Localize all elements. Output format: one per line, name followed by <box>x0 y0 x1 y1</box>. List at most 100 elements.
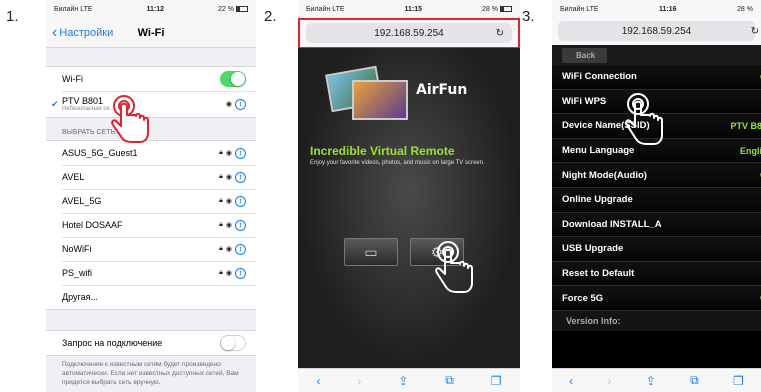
lock-icon: 🔒︎ <box>219 197 223 204</box>
info-icon[interactable]: i <box>235 171 246 183</box>
checkmark-icon: ✔ <box>51 98 59 109</box>
menu-item-wifi-connection[interactable]: WiFi ConnectionO <box>552 65 761 90</box>
carrier-label: Билайн LTE <box>560 5 599 13</box>
url-bar-container: 192.168.59.254 ↻ <box>552 18 761 45</box>
wifi-signal-icon: ◉ <box>225 101 232 108</box>
network-row[interactable]: PS_wifi 🔒︎ ◉ i <box>46 261 256 285</box>
tap-hand-icon <box>435 241 473 293</box>
url-text: 192.168.59.254 <box>621 25 692 37</box>
battery-indicator: 28 % <box>482 6 512 13</box>
tap-hand-icon <box>111 95 149 143</box>
wifi-signal-icon: ◉ <box>225 222 232 229</box>
lock-icon: 🔒︎ <box>219 149 223 156</box>
lock-icon: 🔒︎ <box>219 173 223 180</box>
connected-network-name: PTV B801 <box>62 96 104 106</box>
network-row[interactable]: AVEL 🔒︎ ◉ i <box>46 165 256 189</box>
share-icon[interactable]: ⇪ <box>398 374 408 388</box>
airfun-page: AirFun Incredible Virtual Remote Enjoy y… <box>298 48 520 368</box>
wifi-signal-icon: ◉ <box>225 270 232 277</box>
hero-subtitle: Enjoy your favorite videos, photos, and … <box>310 160 485 166</box>
ask-to-join-toggle[interactable] <box>220 335 246 351</box>
status-bar: Билайн LTE 11:12 22 % <box>46 0 256 18</box>
ask-to-join-description: Подключение к известным сетям будет прои… <box>62 361 239 386</box>
airfun-logo: AirFun <box>324 60 504 130</box>
carrier-label: Билайн LTE <box>306 5 345 13</box>
tabs-icon[interactable]: ❐ <box>733 374 744 388</box>
page-header: Back <box>552 45 761 65</box>
wifi-signal-icon: ◉ <box>225 246 232 253</box>
other-network-row[interactable]: Другая... <box>46 285 256 309</box>
lock-icon: 🔒︎ <box>219 269 223 276</box>
menu-item-download-install[interactable]: Download INSTALL_A <box>552 212 761 238</box>
battery-indicator: 22 % <box>218 6 248 13</box>
wifi-toggle-row: Wi-Fi <box>46 67 256 91</box>
menu-item-force-5g[interactable]: Force 5GO <box>552 286 761 311</box>
battery-indicator: 28 % <box>737 5 753 13</box>
status-bar: Билайн LTE 11:15 28 % <box>298 0 520 18</box>
menu-item-online-upgrade[interactable]: Online Upgrade <box>552 187 761 213</box>
forward-arrow-icon[interactable]: › <box>607 374 611 388</box>
menu-item-reset-default[interactable]: Reset to Default <box>552 261 761 287</box>
info-icon[interactable]: i <box>235 219 246 231</box>
clock: 11:15 <box>404 5 423 13</box>
lock-icon: 🔒︎ <box>219 221 223 228</box>
carrier-label: Билайн LTE <box>54 5 93 13</box>
back-button[interactable]: ‹ Настройки <box>46 23 113 41</box>
bookmarks-icon[interactable]: ⧉ <box>690 373 699 388</box>
step-number-1: 1. <box>6 8 19 25</box>
forward-arrow-icon[interactable]: › <box>357 374 361 388</box>
url-bar[interactable]: 192.168.59.254 ↻ <box>558 21 759 41</box>
chevron-left-icon: ‹ <box>52 23 58 41</box>
reload-icon[interactable]: ↻ <box>496 28 504 39</box>
airfun-logo-text: AirFun <box>416 82 468 98</box>
safari-toolbar: ‹ › ⇪ ⧉ ❐ <box>552 368 761 392</box>
wifi-label: Wi-Fi <box>62 74 83 84</box>
safari-toolbar: ‹ › ⇪ ⧉ ❐ <box>298 368 520 392</box>
step-number-3: 3. <box>522 8 535 25</box>
info-icon[interactable]: i <box>235 147 246 159</box>
wifi-toggle[interactable] <box>220 71 246 87</box>
bookmarks-icon[interactable]: ⧉ <box>445 373 454 388</box>
back-button[interactable]: Back <box>562 47 608 63</box>
remote-button[interactable]: ▭ <box>344 238 398 266</box>
clock: 11:16 <box>659 5 677 13</box>
info-icon[interactable]: i <box>235 98 246 110</box>
menu-item-night-mode[interactable]: Night Mode(Audio)O <box>552 163 761 188</box>
back-arrow-icon[interactable]: ‹ <box>316 374 320 388</box>
navigation-bar: ‹ Настройки Wi-Fi <box>46 18 256 48</box>
info-icon[interactable]: i <box>235 195 246 207</box>
ask-to-join-row: Запрос на подключение <box>46 331 256 355</box>
wifi-signal-icon: ◉ <box>225 150 232 157</box>
wifi-signal-icon: ◉ <box>225 174 232 181</box>
photo-thumbnail <box>352 80 408 120</box>
network-list: ASUS_5G_Guest1 🔒︎ ◉ i AVEL 🔒︎ ◉ i AVEL_5G 🔒︎ ◉ i … <box>46 140 256 310</box>
clock: 11:12 <box>146 5 165 13</box>
phone-screen-wifi-settings: Билайн LTE 11:12 22 % ‹ Настройки Wi-Fi W… <box>46 0 256 392</box>
share-icon[interactable]: ⇪ <box>646 374 656 388</box>
tap-hand-icon <box>625 93 663 145</box>
url-bar-highlight: 192.168.59.254 ↻ <box>298 18 520 49</box>
network-row[interactable]: ASUS_5G_Guest1 🔒︎ ◉ i <box>46 141 256 165</box>
hero-title: Incredible Virtual Remote <box>310 144 455 158</box>
back-arrow-icon[interactable]: ‹ <box>569 374 573 388</box>
wifi-signal-icon: ◉ <box>225 198 232 205</box>
battery-icon <box>500 5 512 12</box>
url-bar[interactable]: 192.168.59.254 ↻ <box>306 23 512 43</box>
version-info-label: Version Info: <box>552 310 761 331</box>
step-number-2: 2. <box>264 8 277 25</box>
info-icon[interactable]: i <box>235 243 246 255</box>
ask-to-join-group: Запрос на подключение <box>46 330 256 356</box>
phone-screen-airfun-settings: Билайн LTE 11:16 28 % 192.168.59.254 ↻ B… <box>552 0 761 392</box>
ask-to-join-label: Запрос на подключение <box>62 338 163 348</box>
tabs-icon[interactable]: ❐ <box>491 374 502 388</box>
network-row[interactable]: Hotel DOSAAF 🔒︎ ◉ i <box>46 213 256 237</box>
lock-icon: 🔒︎ <box>219 245 223 252</box>
status-bar: Билайн LTE 11:16 28 % <box>552 0 761 18</box>
menu-item-usb-upgrade[interactable]: USB Upgrade <box>552 237 761 262</box>
battery-icon <box>236 5 248 12</box>
reload-icon[interactable]: ↻ <box>751 26 759 37</box>
info-icon[interactable]: i <box>235 267 246 279</box>
network-row[interactable]: NoWiFi 🔒︎ ◉ i <box>46 237 256 261</box>
network-row[interactable]: AVEL_5G 🔒︎ ◉ i <box>46 189 256 213</box>
remote-icon: ▭ <box>364 243 378 260</box>
